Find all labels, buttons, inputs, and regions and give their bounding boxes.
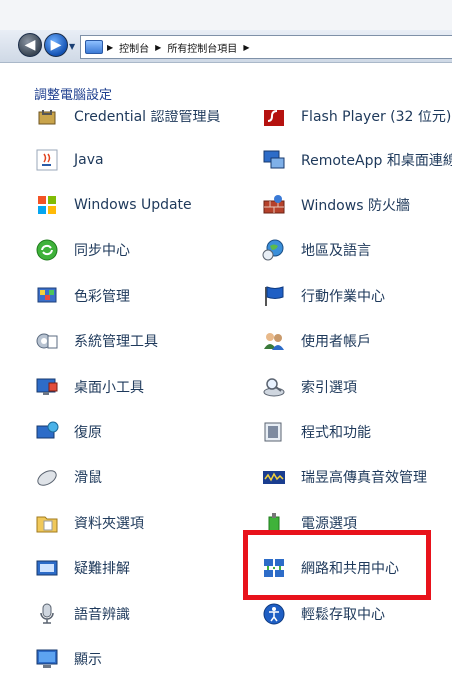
item-label: 系統管理工具 (74, 334, 158, 350)
forward-button[interactable]: ▶ (44, 33, 68, 57)
item-label: 地區及語言 (301, 243, 371, 259)
flash-player-icon (261, 110, 287, 129)
item-label: RemoteApp 和桌面連線 (301, 153, 452, 169)
item-label: 同步中心 (74, 243, 130, 259)
firewall-icon (261, 192, 287, 218)
control-panel-item-remoteapp[interactable]: RemoteApp 和桌面連線 (261, 143, 452, 177)
forward-arrow-icon: ▶ (50, 37, 62, 53)
control-panel-item-credential[interactable]: Credential 認證管理員 (34, 110, 221, 133)
highlight-box (243, 530, 431, 600)
control-panel-item-action-center[interactable]: 行動作業中心 (261, 279, 385, 313)
item-label: Flash Player (32 位元) (301, 110, 452, 125)
display-icon (34, 646, 60, 672)
control-panel-item-java[interactable]: Java (34, 143, 104, 177)
control-panel-item-display[interactable]: 顯示 (34, 642, 102, 676)
control-panel-item-flash-player[interactable]: Flash Player (32 位元) (261, 110, 451, 133)
realtek-audio-icon (261, 464, 287, 490)
user-accounts-icon (261, 328, 287, 354)
control-panel-item-user-accounts[interactable]: 使用者帳戶 (261, 324, 371, 358)
control-panel-item-mouse[interactable]: 滑鼠 (34, 460, 102, 494)
remoteapp-icon (261, 147, 287, 173)
page-title: 調整電腦設定 (34, 88, 113, 103)
control-panel-item-admin-tools[interactable]: 系統管理工具 (34, 324, 158, 358)
control-panel-item-realtek-audio[interactable]: 瑞昱高傳真音效管理 (261, 460, 427, 494)
back-arrow-icon: ◀ (24, 37, 36, 53)
item-label: Windows Update (74, 197, 192, 213)
sync-center-icon (34, 237, 60, 263)
item-label: 行動作業中心 (301, 289, 385, 305)
speech-recognition-icon (34, 601, 60, 627)
control-panel-item-sync-center[interactable]: 同步中心 (34, 233, 130, 267)
control-panel-item-region-language[interactable]: 地區及語言 (261, 233, 371, 267)
item-label: 滑鼠 (74, 470, 102, 486)
mouse-icon (34, 464, 60, 490)
breadcrumb-separator-icon[interactable]: ▶ (107, 43, 113, 52)
item-label: 疑難排解 (74, 561, 130, 577)
control-panel-item-programs-features[interactable]: 程式和功能 (261, 415, 371, 449)
item-label: 瑞昱高傳真音效管理 (301, 470, 427, 486)
troubleshooting-icon (34, 555, 60, 581)
item-label: 語音辨識 (74, 607, 130, 623)
breadcrumb-separator-icon[interactable]: ▶ (155, 43, 161, 52)
control-panel-item-speech-recognition[interactable]: 語音辨識 (34, 597, 130, 631)
breadcrumb-separator-icon[interactable]: ▶ (243, 43, 249, 52)
item-label: 復原 (74, 425, 102, 441)
region-language-icon (261, 237, 287, 263)
item-label: 索引選項 (301, 380, 357, 396)
control-panel-item-indexing-options[interactable]: 索引選項 (261, 370, 357, 404)
desktop-gadgets-icon (34, 374, 60, 400)
control-panel-item-recovery[interactable]: 復原 (34, 415, 102, 449)
windows-update-icon (34, 192, 60, 218)
breadcrumb-item-all-items[interactable]: 所有控制台項目 (167, 40, 237, 55)
control-panel-item-firewall[interactable]: Windows 防火牆 (261, 188, 410, 222)
item-label: 顯示 (74, 652, 102, 668)
java-icon (34, 147, 60, 173)
action-center-icon (261, 283, 287, 309)
back-button[interactable]: ◀ (18, 33, 42, 57)
control-panel-item-ease-of-access[interactable]: 輕鬆存取中心 (261, 597, 385, 631)
item-label: 桌面小工具 (74, 380, 144, 396)
indexing-options-icon (261, 374, 287, 400)
control-panel-item-windows-update[interactable]: Windows Update (34, 188, 192, 222)
item-label: 輕鬆存取中心 (301, 607, 385, 623)
control-panel-icon (85, 40, 103, 54)
window-top-strip (0, 0, 452, 30)
credential-icon (34, 110, 60, 129)
recent-pages-dropdown-icon[interactable]: ▼ (69, 42, 75, 51)
control-panel-item-color-management[interactable]: 色彩管理 (34, 279, 130, 313)
address-bar: ◀ ▶ ▼ ▶ 控制台 ▶ 所有控制台項目 ▶ (0, 30, 452, 63)
item-label: 資料夾選項 (74, 516, 144, 532)
item-label: 色彩管理 (74, 289, 130, 305)
color-management-icon (34, 283, 60, 309)
folder-options-icon (34, 510, 60, 536)
item-label: Windows 防火牆 (301, 198, 410, 214)
item-label: Credential 認證管理員 (74, 110, 221, 125)
item-label: Java (74, 152, 104, 168)
admin-tools-icon (34, 328, 60, 354)
recovery-icon (34, 419, 60, 445)
programs-features-icon (261, 419, 287, 445)
breadcrumb-item-control-panel[interactable]: 控制台 (119, 40, 149, 55)
item-label: 使用者帳戶 (301, 334, 371, 350)
item-label: 程式和功能 (301, 425, 371, 441)
control-panel-item-folder-options[interactable]: 資料夾選項 (34, 506, 144, 540)
ease-of-access-icon (261, 601, 287, 627)
control-panel-item-troubleshooting[interactable]: 疑難排解 (34, 551, 130, 585)
control-panel-item-desktop-gadgets[interactable]: 桌面小工具 (34, 370, 144, 404)
breadcrumb[interactable]: ▶ 控制台 ▶ 所有控制台項目 ▶ (80, 35, 452, 59)
